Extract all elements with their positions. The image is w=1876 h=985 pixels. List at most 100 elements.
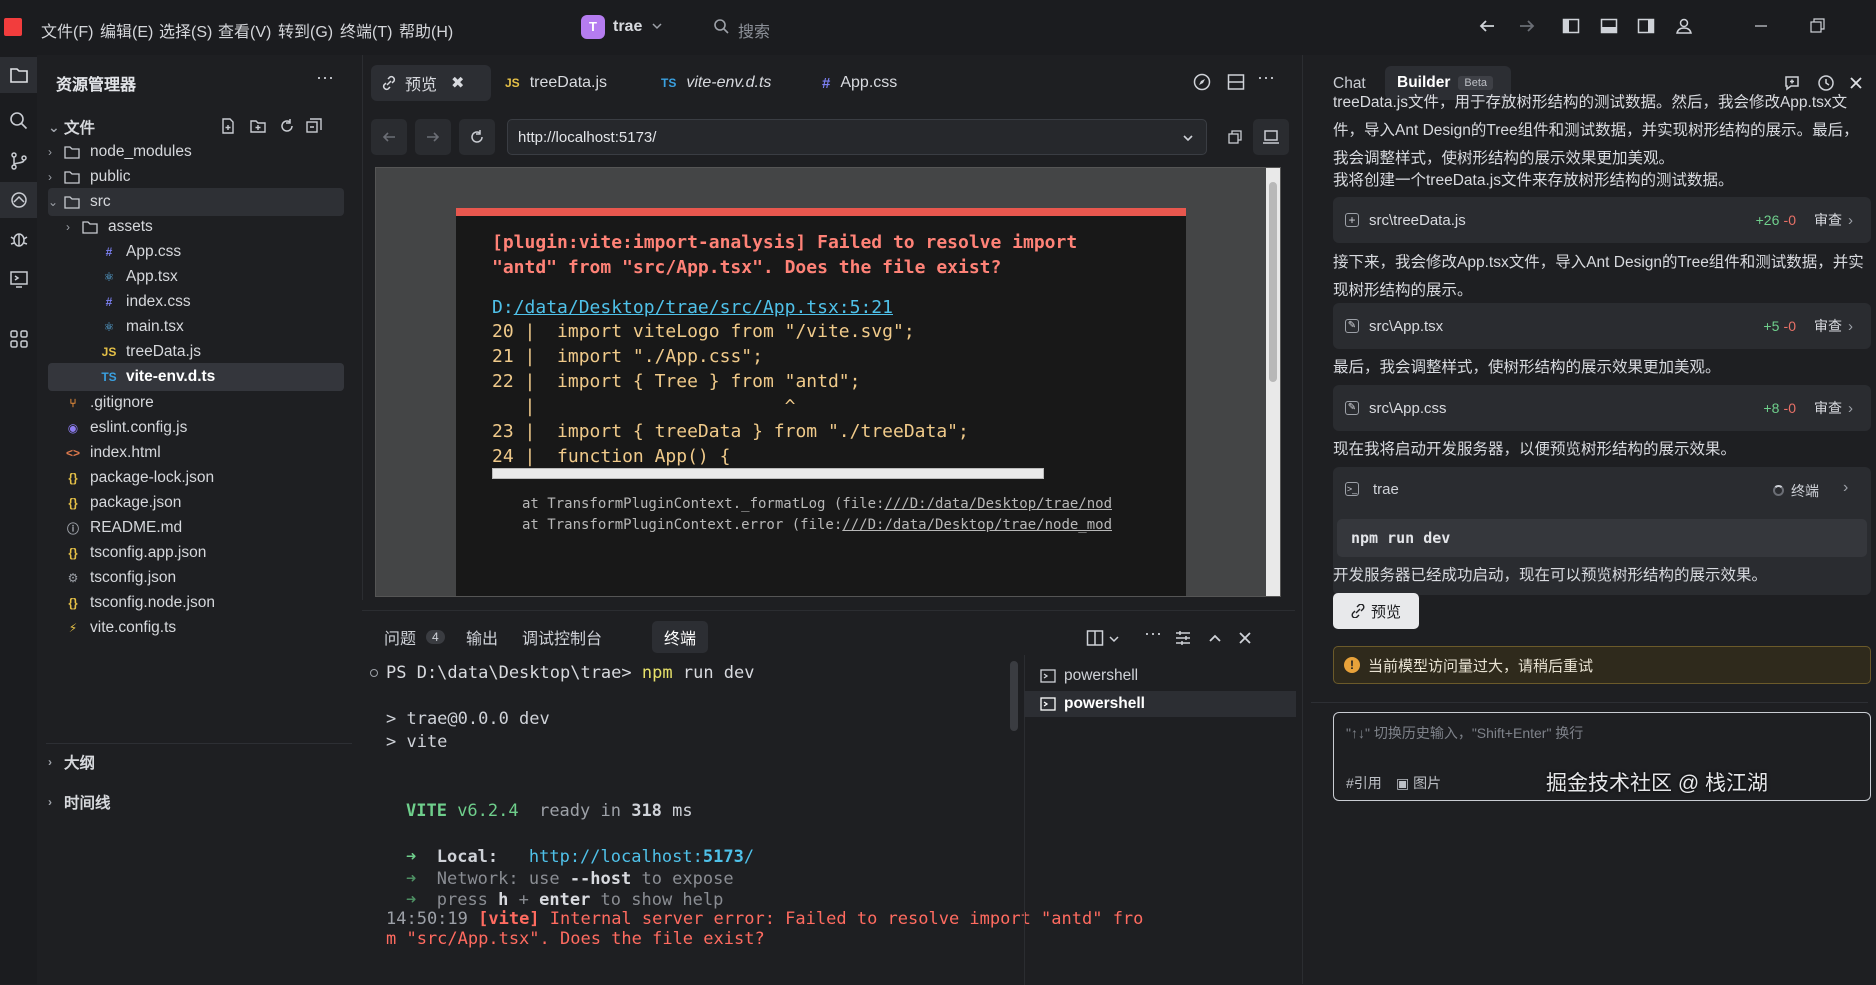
terminal-activity-icon[interactable]: [0, 261, 37, 297]
tree-item-index-html[interactable]: <> index.html: [48, 439, 344, 467]
forward-icon[interactable]: [415, 119, 451, 155]
files-section-header[interactable]: ⌄ 文件: [48, 113, 344, 141]
maximize-panel-icon[interactable]: [1208, 631, 1222, 645]
chevron-down-icon[interactable]: [651, 20, 663, 32]
close-panel-icon[interactable]: [1238, 631, 1252, 645]
menu-help[interactable]: 帮助(H): [399, 18, 453, 42]
tree-item-assets[interactable]: › assets: [48, 213, 344, 241]
minimize-icon[interactable]: [1752, 17, 1770, 35]
extensions-icon[interactable]: [0, 321, 37, 357]
tree-item-tsconfig-node-json[interactable]: {} tsconfig.node.json: [48, 589, 344, 617]
tab-app-css[interactable]: # App.css: [812, 65, 907, 101]
tab-treedata[interactable]: JS treeData.js: [495, 65, 617, 101]
menu-terminal[interactable]: 终端(T): [340, 18, 392, 42]
shell-item[interactable]: powershell: [1032, 663, 1288, 689]
chevron-right-icon[interactable]: ›: [48, 170, 64, 184]
terminal-settings-icon[interactable]: [1174, 629, 1192, 647]
reload-icon[interactable]: [459, 119, 495, 155]
tree-item-treedata-js[interactable]: JS treeData.js: [48, 338, 344, 366]
account-icon[interactable]: [1675, 17, 1693, 35]
tree-item-app-tsx[interactable]: ⚛ App.tsx: [48, 263, 344, 291]
image-button[interactable]: ▣ 图片: [1396, 773, 1441, 793]
restore-icon[interactable]: [1808, 17, 1826, 35]
stack-link[interactable]: ///D:/data/Desktop/trae/node_mod: [842, 517, 1112, 533]
stack-link[interactable]: ///D:/data/Desktop/trae/nod: [884, 496, 1112, 512]
preview-button[interactable]: 预览: [1333, 593, 1419, 629]
menu-view[interactable]: 查看(V): [218, 18, 271, 42]
file-change-card[interactable]: ✎ src\App.css +8 -0 审查 ›: [1333, 385, 1871, 431]
chevron-down-icon[interactable]: [1108, 633, 1120, 645]
project-name[interactable]: trae: [613, 18, 642, 36]
device-icon[interactable]: [1253, 119, 1289, 155]
local-url[interactable]: http://localhost:5173/: [529, 847, 754, 867]
more-icon[interactable]: ···: [316, 67, 334, 88]
toggle-auxbar-icon[interactable]: [1637, 17, 1655, 35]
shell-item-active[interactable]: powershell: [1024, 691, 1296, 717]
terminal-scrollbar[interactable]: [1010, 661, 1018, 731]
tab-preview[interactable]: 预览 ✖: [371, 65, 491, 101]
tab-terminal[interactable]: 终端: [652, 621, 709, 653]
open-terminal-button[interactable]: 终端: [1791, 481, 1819, 501]
tree-item--gitignore[interactable]: ⑂ .gitignore: [48, 389, 344, 417]
project-avatar[interactable]: T: [581, 15, 605, 39]
more-icon[interactable]: ···: [1257, 67, 1275, 88]
source-control-icon[interactable]: [0, 143, 37, 179]
review-button[interactable]: 审查: [1814, 398, 1842, 418]
tree-item-src[interactable]: ⌄ src: [48, 188, 344, 216]
tab-debug-console[interactable]: 调试控制台: [510, 621, 614, 653]
tree-item-tsconfig-app-json[interactable]: {} tsconfig.app.json: [48, 539, 344, 567]
open-external-icon[interactable]: [1217, 119, 1253, 155]
toggle-panel-icon[interactable]: [1600, 17, 1618, 35]
review-button[interactable]: 审查: [1814, 210, 1842, 230]
tree-item-package-json[interactable]: {} package.json: [48, 489, 344, 517]
menu-goto[interactable]: 转到(G): [278, 18, 333, 42]
toggle-sidebar-icon[interactable]: [1562, 17, 1580, 35]
split-editor-icon[interactable]: [1227, 73, 1245, 91]
tab-problems[interactable]: 问题 4: [372, 621, 457, 653]
tree-item-app-css[interactable]: # App.css: [48, 238, 344, 266]
horizontal-scrollbar[interactable]: [492, 468, 1044, 479]
search-activity-icon[interactable]: [0, 103, 37, 139]
search-input[interactable]: 搜索: [738, 18, 770, 42]
more-icon[interactable]: ···: [1144, 623, 1162, 644]
tree-item-public[interactable]: › public: [48, 163, 344, 191]
tree-item-tsconfig-json[interactable]: ⚙ tsconfig.json: [48, 564, 344, 592]
close-icon[interactable]: ✖: [451, 73, 464, 93]
arrow-right-icon[interactable]: [1518, 17, 1536, 35]
new-file-icon[interactable]: [220, 118, 236, 134]
timeline-section[interactable]: › 时间线: [48, 788, 344, 816]
refresh-icon[interactable]: [279, 118, 295, 134]
close-icon[interactable]: [1850, 77, 1862, 89]
explorer-icon[interactable]: [0, 57, 37, 93]
chevron-right-icon[interactable]: ›: [66, 220, 82, 234]
url-input[interactable]: http://localhost:5173/: [507, 119, 1207, 155]
collapse-all-icon[interactable]: [306, 118, 322, 134]
chevron-down-icon[interactable]: [1182, 132, 1194, 144]
arrow-left-icon[interactable]: [1478, 17, 1496, 35]
tree-item-vite-env-d-ts[interactable]: TS vite-env.d.ts: [48, 363, 344, 391]
chat-input[interactable]: "↑↓" 切换历史输入，"Shift+Enter" 换行 #引用 ▣ 图片 掘金…: [1333, 712, 1871, 801]
file-change-card[interactable]: + src\treeData.js +26 -0 审查 ›: [1333, 197, 1871, 243]
menu-file[interactable]: 文件(F): [41, 18, 93, 42]
menu-edit[interactable]: 编辑(E): [100, 18, 153, 42]
menu-selection[interactable]: 选择(S): [159, 18, 212, 42]
outline-section[interactable]: › 大纲: [48, 748, 344, 776]
chevron-down-icon[interactable]: ⌄: [48, 195, 64, 209]
tab-output[interactable]: 输出: [454, 621, 510, 653]
new-folder-icon[interactable]: [250, 118, 266, 134]
tab-vite-env[interactable]: TS vite-env.d.ts: [651, 65, 781, 101]
vertical-scrollbar[interactable]: [1266, 168, 1280, 596]
chevron-right-icon[interactable]: ›: [48, 145, 64, 159]
tree-item-readme-md[interactable]: ⓘ README.md: [48, 514, 344, 542]
tree-item-eslint-config-js[interactable]: ◉ eslint.config.js: [48, 414, 344, 442]
split-terminal-icon[interactable]: [1086, 629, 1104, 647]
error-location[interactable]: D:/data/Desktop/trae/src/App.tsx:5:21: [492, 297, 893, 318]
tree-item-node-modules[interactable]: › node_modules: [48, 138, 344, 166]
back-icon[interactable]: [371, 119, 407, 155]
reference-button[interactable]: #引用: [1346, 773, 1382, 793]
review-button[interactable]: 审查: [1814, 316, 1842, 336]
debug-icon[interactable]: [0, 221, 37, 257]
remote-icon[interactable]: [0, 182, 37, 218]
compass-icon[interactable]: [1193, 73, 1211, 91]
tree-item-vite-config-ts[interactable]: ⚡ vite.config.ts: [48, 614, 344, 642]
